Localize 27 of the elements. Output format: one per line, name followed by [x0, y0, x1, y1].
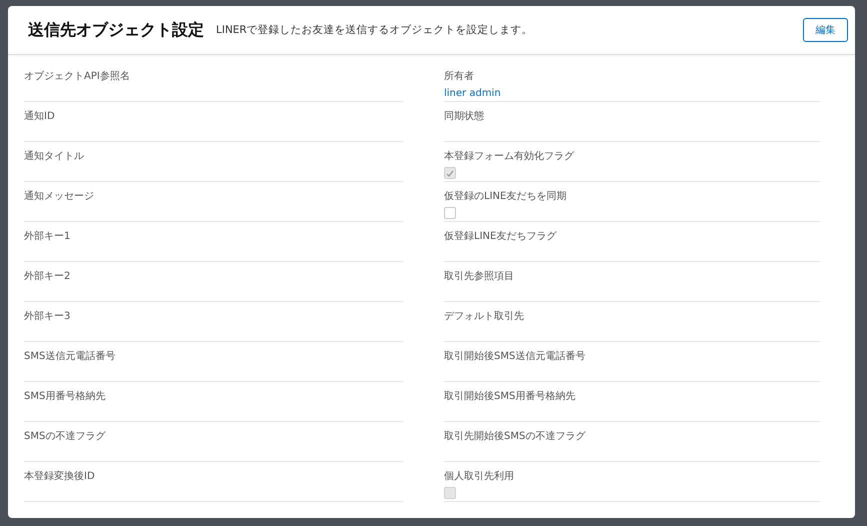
field-label: 仮登録LINE友だちフラグ	[444, 230, 556, 244]
field-label: SMS送信元電話番号	[24, 350, 116, 364]
field-label: 取引開始後SMS用番号格納先	[444, 390, 576, 404]
edit-button[interactable]: 編集	[803, 18, 848, 42]
field-label: 通知ID	[24, 110, 55, 124]
modal-description: LINERで登録したお友達を送信するオブジェクトを設定します。	[216, 23, 533, 37]
checkbox[interactable]	[444, 207, 456, 219]
field-label: 取引開始後SMS送信元電話番号	[444, 350, 586, 364]
field-label: 取引先参照項目	[444, 270, 514, 284]
field-label: 外部キー1	[24, 230, 70, 244]
field-label: SMSの不達フラグ	[24, 430, 106, 444]
field-label: 同期状態	[444, 110, 484, 124]
field-label: 外部キー3	[24, 310, 70, 324]
field-label: 個人取引先利用	[444, 470, 514, 484]
field-label: SMS用番号格納先	[24, 390, 106, 404]
modal-title: 送信先オブジェクト設定	[28, 20, 204, 40]
field-label: 仮登録のLINE友だちを同期	[444, 190, 566, 204]
owner-link[interactable]: liner admin	[444, 87, 501, 101]
field-label: 通知タイトル	[24, 150, 84, 164]
field-label: オブジェクトAPI参照名	[24, 70, 130, 84]
field-label: 本登録フォーム有効化フラグ	[444, 150, 574, 164]
field-label: 所有者	[444, 70, 474, 84]
field-label: 通知メッセージ	[24, 190, 94, 204]
field-label: 本登録変換後ID	[24, 470, 95, 484]
field-label: デフォルト取引先	[444, 310, 524, 324]
field-label: 外部キー2	[24, 270, 70, 284]
field-label: 取引先開始後SMSの不達フラグ	[444, 430, 586, 444]
